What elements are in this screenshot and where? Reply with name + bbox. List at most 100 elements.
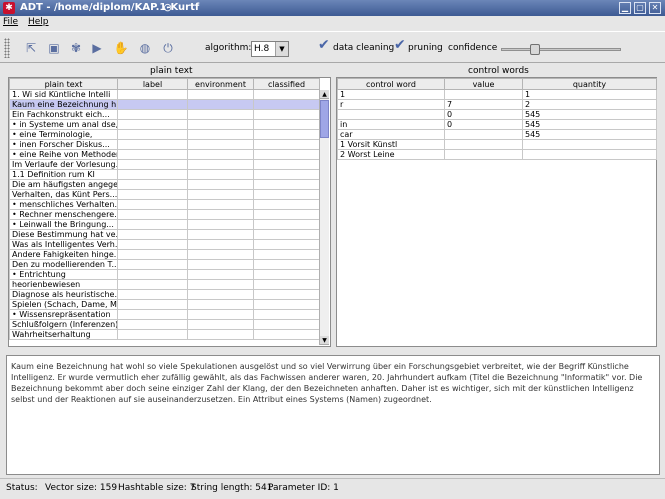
column-header-control-word[interactable]: control word xyxy=(337,78,445,90)
table-row[interactable]: Diese Bestimmung hat ve... xyxy=(9,229,320,240)
table-row[interactable]: 1. Wi sid Küntliche Intelli xyxy=(9,89,320,100)
cell-classified[interactable] xyxy=(253,149,320,160)
close-button[interactable]: ✕ xyxy=(649,2,661,14)
cell-environment[interactable] xyxy=(187,149,254,160)
cell-plain-text[interactable]: Verhalten, das Künt Pers... xyxy=(9,189,118,200)
cell-classified[interactable] xyxy=(253,309,320,320)
cell-quantity[interactable]: 545 xyxy=(522,119,657,130)
confidence-slider-knob[interactable] xyxy=(530,44,540,55)
column-header-value[interactable]: value xyxy=(444,78,523,90)
pruning-label[interactable]: pruning xyxy=(408,43,443,53)
chevron-down-icon[interactable]: ▼ xyxy=(275,42,288,56)
data-cleaning-check-icon[interactable]: ✔ xyxy=(318,37,330,53)
cell-label[interactable] xyxy=(117,179,188,190)
cell-classified[interactable] xyxy=(253,289,320,300)
cell-value[interactable] xyxy=(444,139,523,150)
cell-classified[interactable] xyxy=(253,299,320,310)
cell-label[interactable] xyxy=(117,139,188,150)
cell-environment[interactable] xyxy=(187,209,254,220)
roll-up-icon[interactable]: ⊙ xyxy=(163,1,172,14)
data-cleaning-label[interactable]: data cleaning xyxy=(333,43,394,53)
cell-classified[interactable] xyxy=(253,229,320,240)
cell-plain-text[interactable]: 1. Wi sid Küntliche Intelli xyxy=(9,89,118,100)
cell-environment[interactable] xyxy=(187,259,254,270)
cell-value[interactable] xyxy=(444,149,523,160)
cell-plain-text[interactable]: Den zu modellierenden T... xyxy=(9,259,118,270)
cell-label[interactable] xyxy=(117,269,188,280)
cell-classified[interactable] xyxy=(253,169,320,180)
cell-plain-text[interactable]: • inen Forscher Diskus... xyxy=(9,139,118,150)
cell-label[interactable] xyxy=(117,279,188,290)
scroll-up-icon[interactable]: ▲ xyxy=(320,90,329,99)
cell-classified[interactable] xyxy=(253,199,320,210)
cell-classified[interactable] xyxy=(253,89,320,100)
cell-environment[interactable] xyxy=(187,109,254,120)
cell-control-word[interactable]: 1 Vorsit Künstl xyxy=(337,139,445,150)
table-row[interactable]: Wahrheitserhaltung xyxy=(9,329,320,340)
cell-label[interactable] xyxy=(117,199,188,210)
cell-value[interactable]: 0 xyxy=(444,109,523,120)
cell-classified[interactable] xyxy=(253,239,320,250)
cell-classified[interactable] xyxy=(253,269,320,280)
scroll-thumb[interactable] xyxy=(320,100,329,138)
cell-classified[interactable] xyxy=(253,109,320,120)
app-icon[interactable]: ✱ xyxy=(3,2,15,14)
cell-plain-text[interactable]: • Entrichtung xyxy=(9,269,118,280)
cell-classified[interactable] xyxy=(253,319,320,330)
power-icon[interactable]: ⏻ xyxy=(159,39,177,57)
cell-plain-text[interactable]: Ein Fachkonstrukt eich... xyxy=(9,109,118,120)
cell-plain-text[interactable]: heorienbewiesen xyxy=(9,279,118,290)
table-row[interactable]: • inen Forscher Diskus... xyxy=(9,139,320,150)
table-row[interactable]: 1.1 Definition rum KI xyxy=(9,169,320,180)
cell-label[interactable] xyxy=(117,249,188,260)
cell-environment[interactable] xyxy=(187,329,254,340)
cell-label[interactable] xyxy=(117,159,188,170)
table-row[interactable]: • in Systeme um anal dse, xyxy=(9,119,320,130)
cell-environment[interactable] xyxy=(187,189,254,200)
cell-plain-text[interactable]: Schlußfolgern (Inferenzen) xyxy=(9,319,118,330)
cell-environment[interactable] xyxy=(187,159,254,170)
table-row[interactable]: heorienbewiesen xyxy=(9,279,320,290)
cell-quantity[interactable]: 1 xyxy=(522,89,657,100)
cell-environment[interactable] xyxy=(187,309,254,320)
play-icon[interactable]: ▶ xyxy=(88,39,106,57)
cell-environment[interactable] xyxy=(187,299,254,310)
cell-plain-text[interactable]: Andere Fahigkeiten hinge... xyxy=(9,249,118,260)
table-row[interactable]: Die am häufigsten angege... xyxy=(9,179,320,190)
cell-label[interactable] xyxy=(117,309,188,320)
table-row[interactable]: • eine Terminologie, xyxy=(9,129,320,140)
cell-label[interactable] xyxy=(117,129,188,140)
cell-classified[interactable] xyxy=(253,259,320,270)
menu-help[interactable]: Help xyxy=(28,17,49,27)
cell-label[interactable] xyxy=(117,119,188,130)
cell-classified[interactable] xyxy=(253,129,320,140)
cell-quantity[interactable]: 2 xyxy=(522,99,657,110)
cell-control-word[interactable] xyxy=(337,109,445,120)
table-row[interactable]: • Leinwall the Bringung... xyxy=(9,219,320,230)
algorithm-select[interactable]: H.8 ▼ xyxy=(251,41,289,57)
table-row[interactable]: Im Verlaufe der Vorlesung... xyxy=(9,159,320,170)
column-header-classified[interactable]: classified xyxy=(253,78,320,90)
cell-quantity[interactable] xyxy=(522,149,657,160)
cell-environment[interactable] xyxy=(187,99,254,110)
cell-plain-text[interactable]: Spielen (Schach, Dame, M... xyxy=(9,299,118,310)
column-header-label[interactable]: label xyxy=(117,78,188,90)
cell-environment[interactable] xyxy=(187,249,254,260)
open-icon[interactable]: ⇱ xyxy=(22,39,40,57)
table-row[interactable]: Schlußfolgern (Inferenzen) xyxy=(9,319,320,330)
column-header-environment[interactable]: environment xyxy=(187,78,254,90)
cell-environment[interactable] xyxy=(187,269,254,280)
cell-value[interactable] xyxy=(444,89,523,100)
cell-plain-text[interactable]: Kaum eine Bezeichnung h... xyxy=(9,99,118,110)
cell-environment[interactable] xyxy=(187,139,254,150)
cell-label[interactable] xyxy=(117,209,188,220)
plain-text-scrollbar[interactable]: ▲ ▼ xyxy=(319,90,329,345)
cell-quantity[interactable]: 545 xyxy=(522,129,657,140)
table-row[interactable]: Andere Fahigkeiten hinge... xyxy=(9,249,320,260)
cell-label[interactable] xyxy=(117,239,188,250)
cell-environment[interactable] xyxy=(187,319,254,330)
cell-classified[interactable] xyxy=(253,219,320,230)
cell-plain-text[interactable]: • eine Reihe von Methoden. xyxy=(9,149,118,160)
cell-classified[interactable] xyxy=(253,279,320,290)
cell-label[interactable] xyxy=(117,99,188,110)
